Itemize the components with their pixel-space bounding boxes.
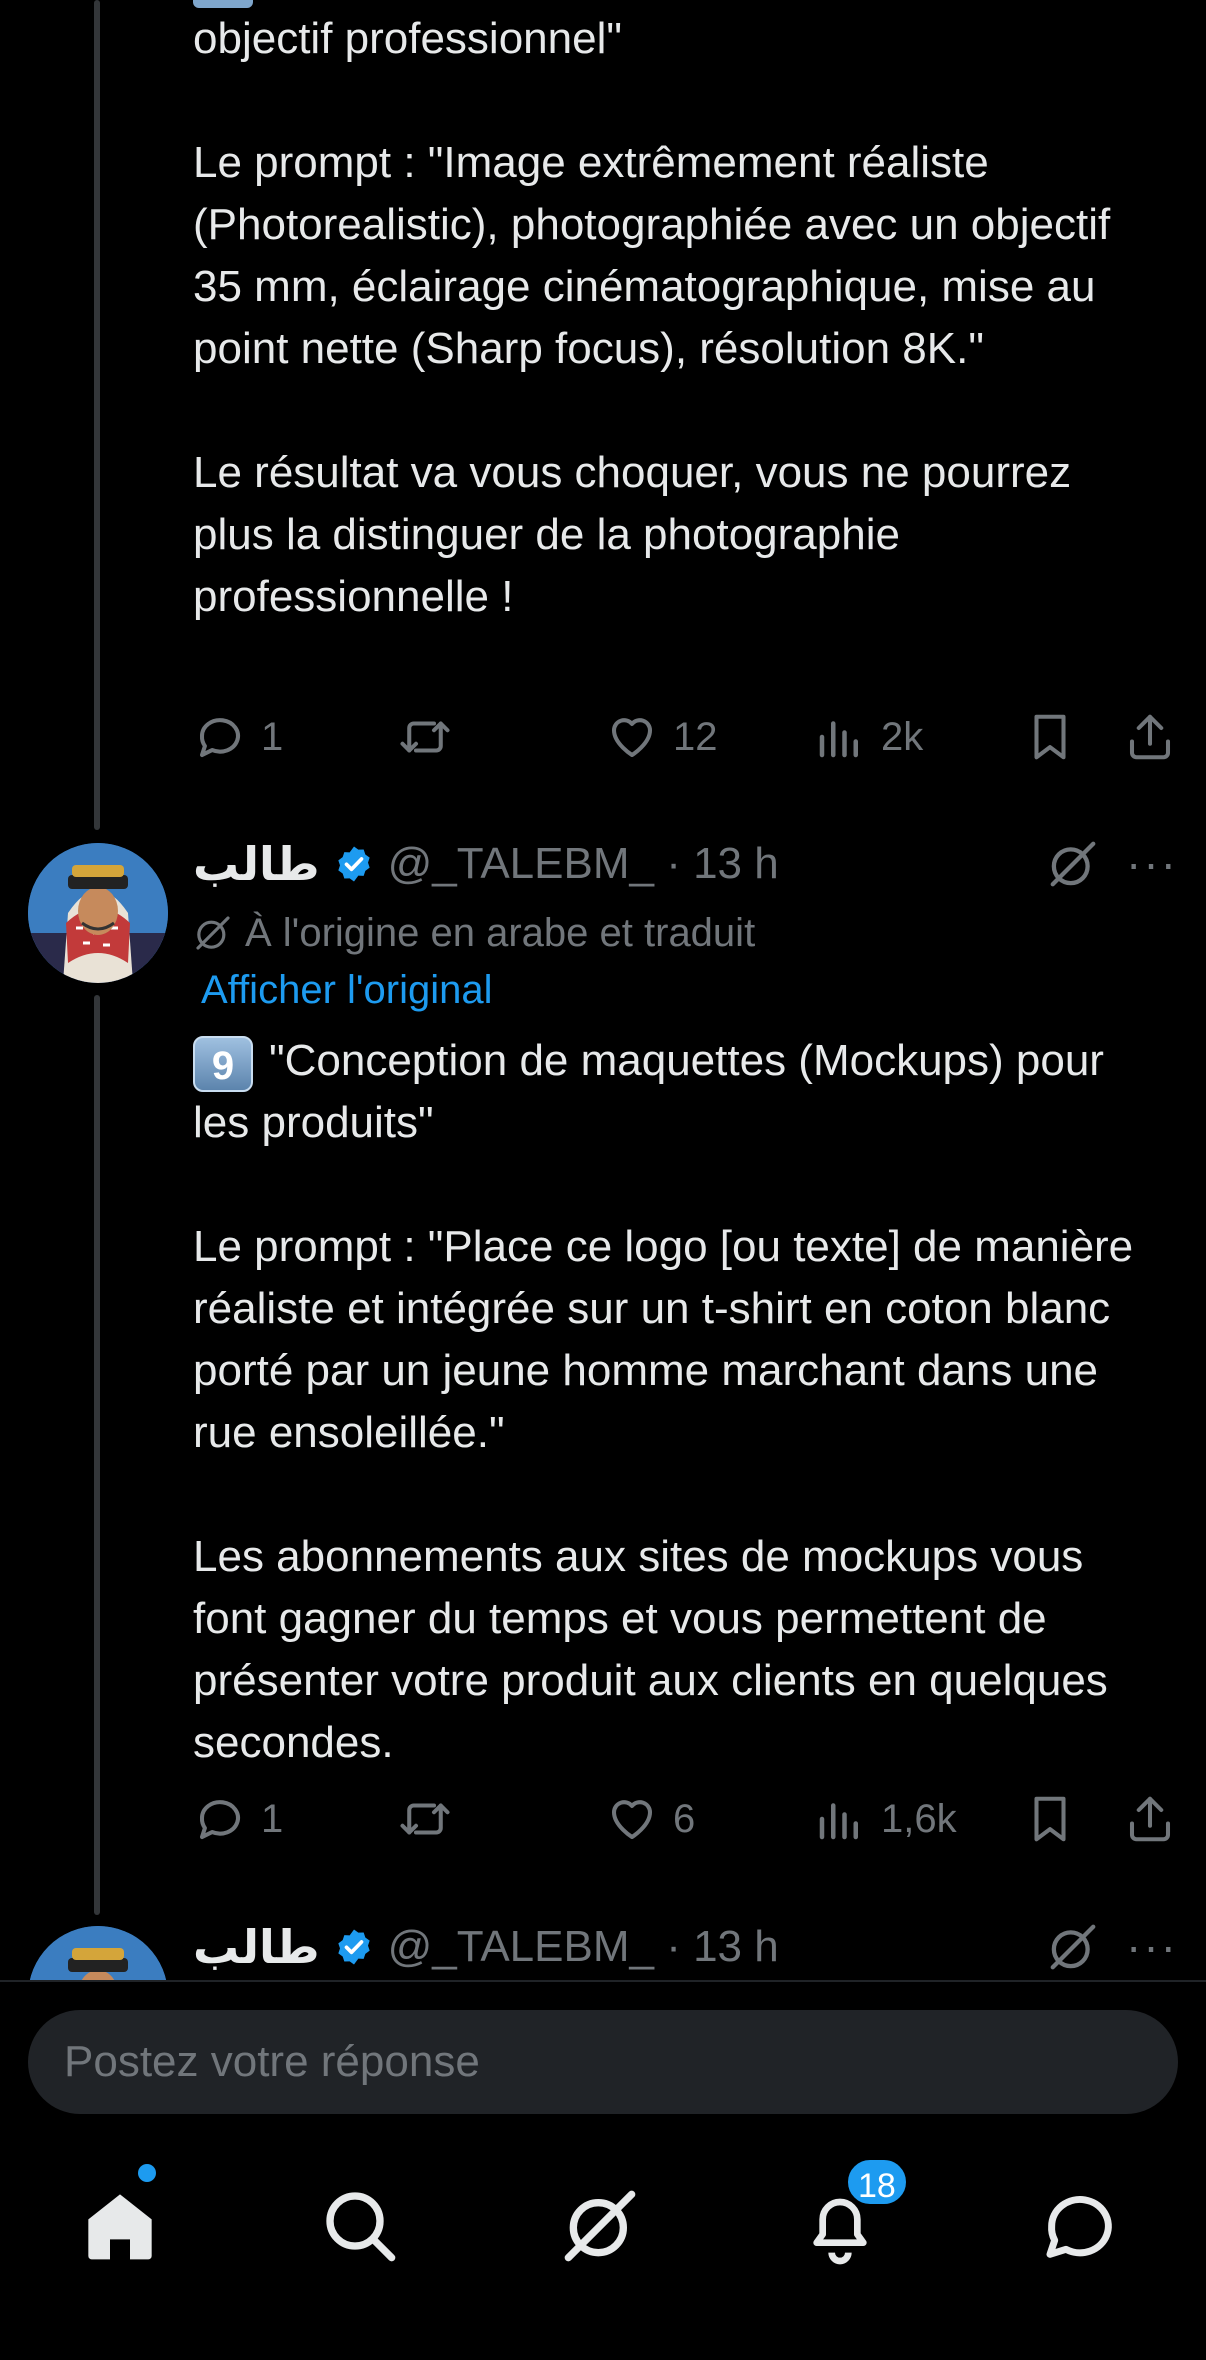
view-count: 2k: [881, 714, 924, 759]
nav-home[interactable]: [80, 2186, 160, 2266]
grok-icon: [196, 916, 230, 950]
share-button[interactable]: [1123, 702, 1177, 772]
share-icon: [1129, 1796, 1171, 1842]
translation-note: À l'origine en arabe et traduit: [193, 905, 755, 961]
heart-icon: [611, 718, 653, 758]
avatar[interactable]: [28, 843, 168, 983]
views-icon: [819, 1803, 858, 1840]
nav-search[interactable]: [320, 2186, 400, 2266]
verified-badge-icon: [337, 846, 370, 882]
share-button[interactable]: [1123, 1784, 1177, 1854]
search-icon: [326, 2192, 396, 2262]
like-count: 12: [673, 714, 718, 759]
nav-grok[interactable]: [560, 2186, 640, 2266]
views-button[interactable]: 2k: [813, 702, 923, 772]
tweet-text: objectif professionnel" Le prompt : "Ima…: [193, 14, 1111, 621]
tweet-actions: 1 12 2k: [193, 702, 1183, 772]
author-handle-time[interactable]: @_TALEBM_ · 13 h: [388, 1922, 779, 1972]
view-count: 1,6k: [881, 1796, 957, 1841]
thread-line: [94, 0, 100, 830]
verified-badge-icon: [337, 1929, 370, 1965]
tweet-text-body: Le prompt : "Place ce logo [ou texte] de…: [193, 1222, 1134, 1767]
tweet-header: طالب @_TALEBM_ · 13 h: [193, 1912, 779, 1982]
grok-icon[interactable]: [1046, 1920, 1100, 1974]
messages-icon: [1046, 2195, 1112, 2258]
reply-count: 1: [261, 1796, 284, 1841]
tweet-header: طالب @_TALEBM_ · 13 h: [193, 829, 779, 899]
share-icon: [1129, 714, 1171, 760]
bookmark-icon: [1034, 714, 1066, 760]
tweet-text-first: "Conception de maquettes (Mockups) pour …: [193, 1036, 1117, 1147]
like-count: 6: [673, 1796, 696, 1841]
keycap-fragment: [193, 0, 253, 8]
retweet-icon: [400, 1803, 450, 1835]
keycap-emoji: 9: [193, 1036, 253, 1092]
heart-icon: [611, 1800, 653, 1840]
tweet-text: 9 "Conception de maquettes (Mockups) pour…: [193, 1030, 1163, 1154]
author-name[interactable]: طالب: [193, 1920, 320, 1974]
more-options-icon[interactable]: ···: [1126, 1919, 1178, 1973]
retweet-button[interactable]: [398, 702, 452, 772]
show-original-link[interactable]: Afficher l'original: [201, 962, 492, 1018]
nav-messages[interactable]: [1040, 2186, 1120, 2266]
reply-count: 1: [261, 714, 284, 759]
translation-label: À l'origine en arabe et traduit: [245, 910, 756, 955]
reply-icon: [199, 718, 240, 758]
author-handle-time[interactable]: @_TALEBM_ · 13 h: [388, 839, 779, 889]
like-button[interactable]: 6: [605, 1784, 695, 1854]
avatar-image: [28, 843, 168, 983]
bookmark-icon: [1034, 1796, 1066, 1842]
reply-bar: Postez votre réponse: [0, 1980, 1206, 2120]
retweet-button[interactable]: [398, 1784, 452, 1854]
views-icon: [819, 721, 858, 758]
like-button[interactable]: 12: [605, 702, 718, 772]
more-options-icon[interactable]: ···: [1126, 836, 1178, 890]
tweet-actions: 1 6 1,6k: [193, 1784, 1183, 1854]
thread-line: [94, 995, 100, 1915]
grok-icon[interactable]: [1046, 837, 1100, 891]
reply-button[interactable]: 1: [193, 702, 283, 772]
views-button[interactable]: 1,6k: [813, 1784, 957, 1854]
author-name[interactable]: طالب: [193, 837, 320, 891]
reply-icon: [199, 1800, 240, 1840]
home-icon: [88, 2194, 152, 2260]
reply-input[interactable]: Postez votre réponse: [28, 2010, 1178, 2114]
bottom-nav: 18: [0, 2120, 1206, 2360]
reply-placeholder: Postez votre réponse: [64, 2037, 480, 2086]
bookmark-button[interactable]: [1023, 702, 1077, 772]
reply-button[interactable]: 1: [193, 1784, 283, 1854]
retweet-icon: [400, 721, 450, 753]
bookmark-button[interactable]: [1023, 1784, 1077, 1854]
notification-badge: 18: [844, 2156, 910, 2208]
grok-icon: [564, 2190, 636, 2262]
home-notification-dot: [138, 2164, 156, 2182]
